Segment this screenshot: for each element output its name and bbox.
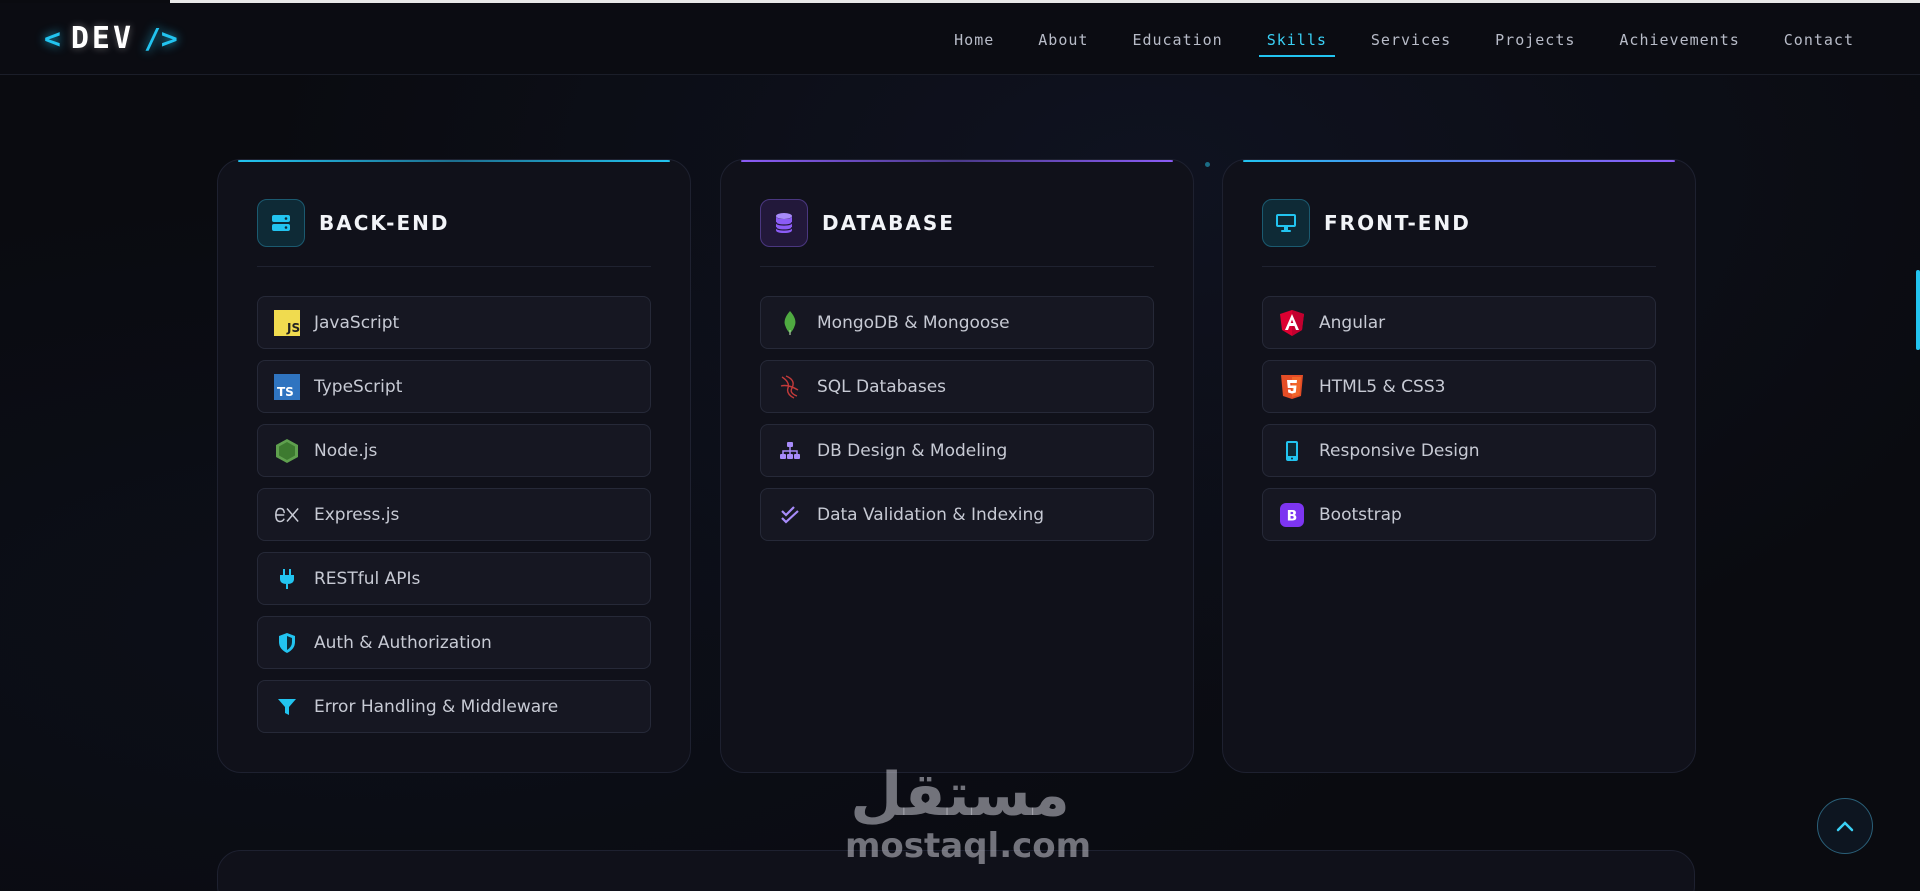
nav-education[interactable]: Education	[1124, 27, 1230, 53]
navbar: < DEV /> Home About Education Skills Ser…	[0, 3, 1920, 75]
card-accent-line	[1243, 160, 1675, 162]
skill-item[interactable]: SQL Databases	[760, 360, 1154, 413]
skill-label: Responsive Design	[1319, 440, 1480, 461]
svg-text:TS: TS	[277, 385, 294, 399]
logo-word: DEV	[70, 21, 135, 56]
skill-card-database: DATABASE MongoDB & Mongoose SQL Database…	[720, 159, 1194, 773]
nav-about[interactable]: About	[1030, 27, 1096, 53]
nav-contact[interactable]: Contact	[1776, 27, 1862, 53]
watermark-latin: mostaql.com	[845, 826, 1092, 866]
watermark-arabic: مستقل	[850, 760, 1070, 830]
skill-label: Error Handling & Middleware	[314, 696, 559, 717]
skill-item[interactable]: Auth & Authorization	[257, 616, 651, 669]
mostaql-watermark: مستقل mostaql.com	[845, 760, 1092, 866]
skill-label: Angular	[1319, 312, 1386, 333]
skill-label: JavaScript	[314, 312, 400, 333]
nav-services[interactable]: Services	[1363, 27, 1459, 53]
nav-projects[interactable]: Projects	[1487, 27, 1583, 53]
mobile-icon	[1279, 438, 1305, 464]
skill-label: RESTful APIs	[314, 568, 421, 589]
logo-close-bracket: />	[144, 22, 178, 55]
skill-item[interactable]: Express.js	[257, 488, 651, 541]
skill-item[interactable]: TS TypeScript	[257, 360, 651, 413]
express-icon	[274, 502, 300, 528]
skill-item[interactable]: B Bootstrap	[1262, 488, 1656, 541]
skill-list: MongoDB & Mongoose SQL Databases DB Desi…	[760, 296, 1154, 552]
svg-text:B: B	[1287, 508, 1298, 524]
filter-icon	[274, 694, 300, 720]
double-check-icon	[777, 502, 803, 528]
skill-list: JS JavaScript TS TypeScript Node.js Expr…	[257, 296, 651, 744]
chevron-up-icon	[1836, 821, 1854, 832]
skill-item[interactable]: Angular	[1262, 296, 1656, 349]
card-title: FRONT-END	[1324, 211, 1471, 235]
skill-card-backend: BACK-END JS JavaScript TS TypeScript Nod…	[217, 159, 691, 773]
skill-item[interactable]: MongoDB & Mongoose	[760, 296, 1154, 349]
plug-icon	[274, 566, 300, 592]
card-title: BACK-END	[319, 211, 450, 235]
nav-achievements[interactable]: Achievements	[1611, 27, 1747, 53]
card-header: DATABASE	[760, 199, 1154, 267]
skill-item[interactable]: JS JavaScript	[257, 296, 651, 349]
database-icon	[760, 199, 808, 247]
decorative-dot	[1205, 162, 1210, 167]
card-title: DATABASE	[822, 211, 955, 235]
skill-list: Angular HTML5 & CSS3 Responsive Design B…	[1262, 296, 1656, 552]
skill-label: Bootstrap	[1319, 504, 1402, 525]
scrollbar-thumb[interactable]	[1916, 270, 1920, 350]
bootstrap-icon: B	[1279, 502, 1305, 528]
brand-logo[interactable]: < DEV />	[44, 21, 178, 56]
sitemap-icon	[777, 438, 803, 464]
shield-icon	[274, 630, 300, 656]
logo-open-bracket: <	[44, 22, 61, 55]
card-header: FRONT-END	[1262, 199, 1656, 267]
angular-icon	[1279, 309, 1305, 336]
typescript-icon: TS	[274, 373, 300, 400]
card-accent-line	[238, 160, 670, 162]
desktop-icon	[1262, 199, 1310, 247]
card-header: BACK-END	[257, 199, 651, 267]
server-icon	[257, 199, 305, 247]
skill-item[interactable]: Data Validation & Indexing	[760, 488, 1154, 541]
scroll-to-top-button[interactable]	[1817, 798, 1873, 854]
skill-label: HTML5 & CSS3	[1319, 376, 1446, 397]
svg-text:JS: JS	[286, 321, 300, 335]
html5-icon	[1279, 374, 1305, 400]
nav-skills[interactable]: Skills	[1258, 27, 1336, 57]
skill-label: Data Validation & Indexing	[817, 504, 1045, 525]
skill-card-frontend: FRONT-END Angular HTML5 & CSS3 Responsiv…	[1222, 159, 1696, 773]
skill-label: Node.js	[314, 440, 378, 461]
skill-item[interactable]: RESTful APIs	[257, 552, 651, 605]
sql-server-icon	[777, 374, 803, 400]
nodejs-icon	[274, 438, 300, 464]
javascript-icon: JS	[274, 309, 300, 336]
skill-label: SQL Databases	[817, 376, 947, 397]
skill-label: MongoDB & Mongoose	[817, 312, 1010, 333]
card-accent-line	[741, 160, 1173, 162]
mongodb-leaf-icon	[777, 310, 803, 336]
skill-label: Auth & Authorization	[314, 632, 492, 653]
skill-item[interactable]: Error Handling & Middleware	[257, 680, 651, 733]
main-nav: Home About Education Skills Services Pro…	[918, 27, 1862, 57]
skill-label: DB Design & Modeling	[817, 440, 1008, 461]
skill-item[interactable]: DB Design & Modeling	[760, 424, 1154, 477]
skill-item[interactable]: HTML5 & CSS3	[1262, 360, 1656, 413]
nav-home[interactable]: Home	[946, 27, 1002, 53]
skill-item[interactable]: Responsive Design	[1262, 424, 1656, 477]
skill-label: TypeScript	[314, 376, 403, 397]
skill-item[interactable]: Node.js	[257, 424, 651, 477]
skill-label: Express.js	[314, 504, 400, 525]
